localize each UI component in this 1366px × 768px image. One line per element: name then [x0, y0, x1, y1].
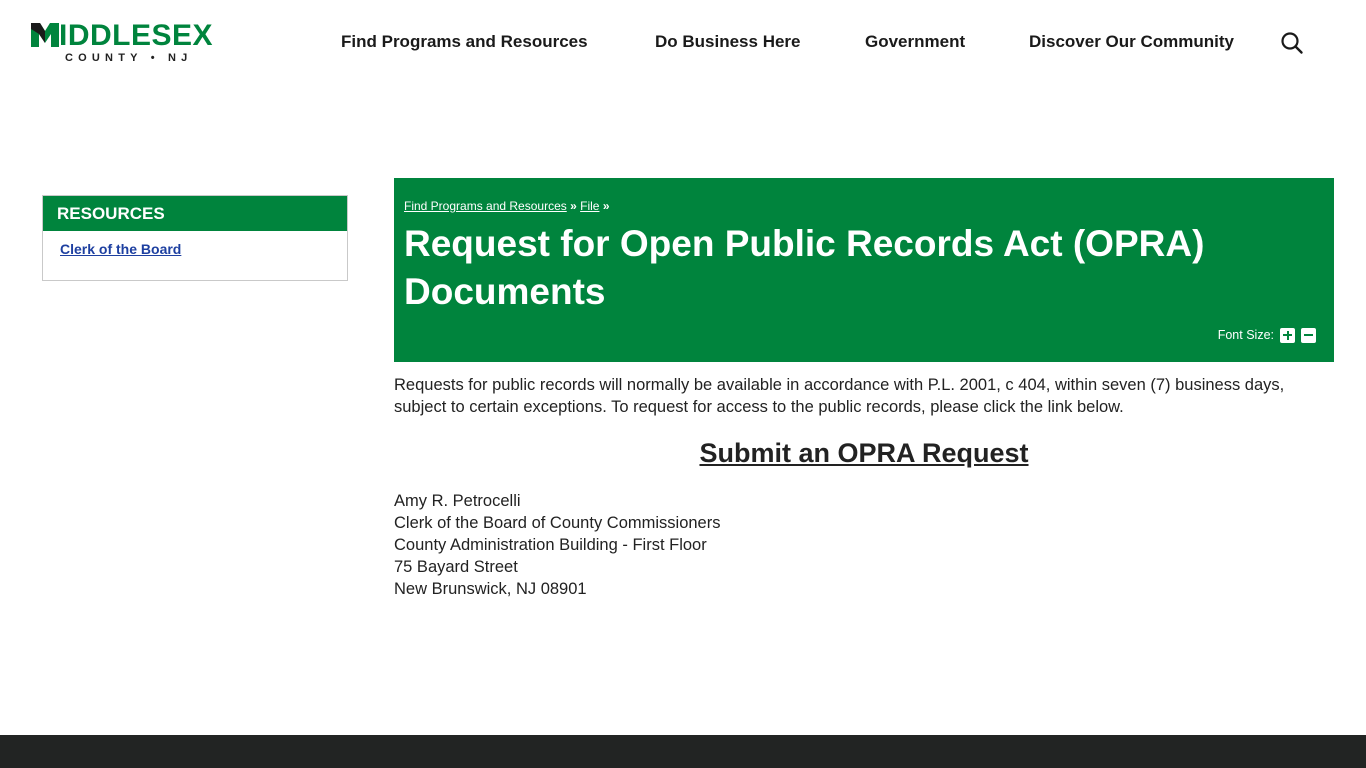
address-line: Amy R. Petrocelli — [394, 492, 521, 510]
intro-paragraph: Requests for public records will normall… — [394, 376, 1285, 416]
page-title: Request for Open Public Records Act (OPR… — [404, 223, 1205, 312]
contact-address: Amy R. Petrocelli Clerk of the Board of … — [394, 490, 994, 600]
address-line: Clerk of the Board of County Commissione… — [394, 514, 721, 532]
breadcrumb-separator: » — [602, 199, 610, 213]
font-size-label: Font Size: — [1217, 328, 1274, 342]
logo-m-icon — [31, 23, 59, 47]
address-line: 75 Bayard Street — [394, 558, 518, 576]
search-button[interactable] — [1280, 31, 1304, 55]
breadcrumb-separator: » — [570, 199, 577, 213]
sidebar-title: RESOURCES — [43, 196, 347, 231]
logo-wordmark: IDDLESEX — [59, 19, 214, 52]
nav-government[interactable]: Government — [865, 30, 965, 54]
breadcrumb-file[interactable]: File — [580, 199, 599, 213]
nav-discover-community[interactable]: Discover Our Community — [1029, 30, 1234, 54]
site-footer — [0, 735, 1366, 768]
nav-do-business[interactable]: Do Business Here — [655, 30, 801, 54]
main-content: Requests for public records will normall… — [394, 374, 1334, 598]
submit-opra-request-link[interactable]: Submit an OPRA Request — [699, 438, 1028, 468]
font-size-increase-button[interactable] — [1280, 327, 1295, 343]
address-line: County Administration Building - First F… — [394, 536, 707, 554]
nav-find-programs[interactable]: Find Programs and Resources — [341, 30, 588, 54]
font-size-decrease-button[interactable] — [1301, 327, 1316, 343]
site-logo[interactable]: IDDLESEX COUNTY • NJ — [31, 20, 235, 66]
sidebar-link-clerk-of-the-board[interactable]: Clerk of the Board — [60, 241, 181, 257]
breadcrumb-find-programs[interactable]: Find Programs and Resources — [404, 199, 567, 213]
font-size-controls: Font Size: — [1218, 327, 1316, 343]
minus-icon — [1304, 334, 1313, 336]
cta-heading: Submit an OPRA Request — [394, 436, 1334, 470]
logo-subtitle: COUNTY • NJ — [65, 52, 193, 64]
resources-sidebar: RESOURCES Clerk of the Board — [42, 195, 348, 281]
search-icon — [1281, 32, 1303, 54]
address-line: New Brunswick, NJ 08901 — [394, 580, 587, 598]
breadcrumb: Find Programs and Resources » File » — [404, 199, 610, 213]
page-banner: Find Programs and Resources » File » Req… — [394, 178, 1334, 362]
site-header: IDDLESEX COUNTY • NJ Find Programs and R… — [0, 0, 1366, 86]
